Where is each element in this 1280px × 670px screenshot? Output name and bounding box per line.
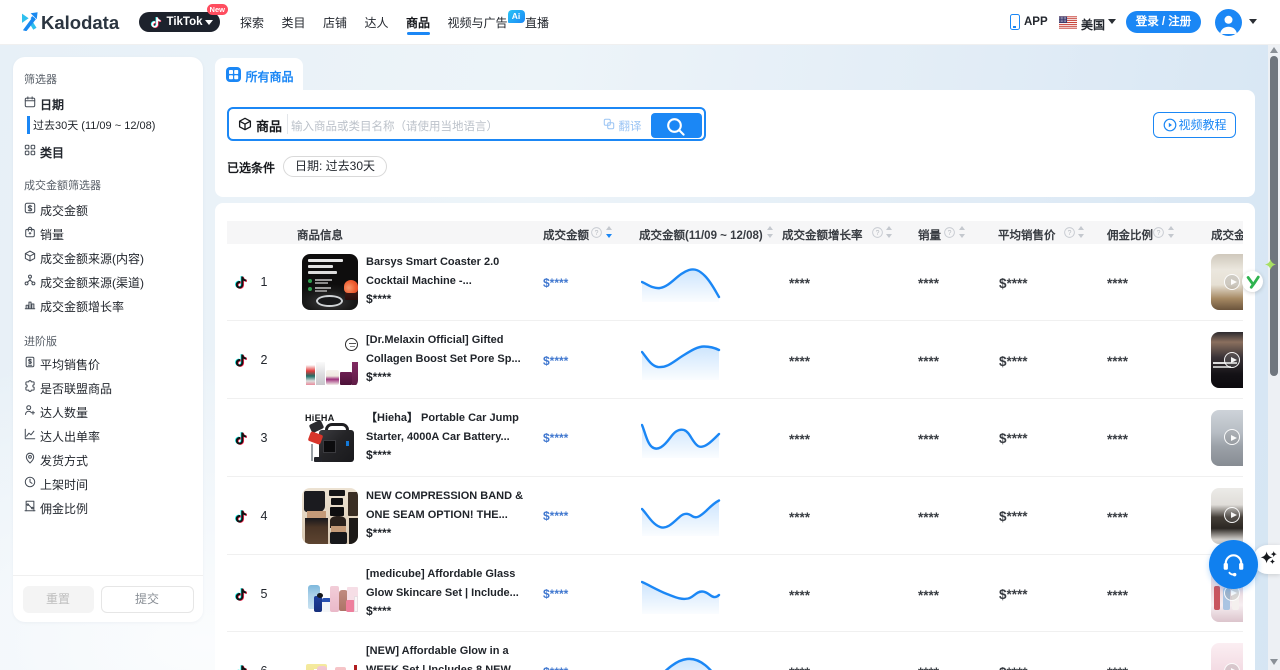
svg-text:?: ? [876, 230, 880, 237]
svg-text:?: ? [1068, 230, 1072, 237]
svg-text:?: ? [595, 230, 599, 237]
svg-text:?: ? [1157, 230, 1161, 237]
svg-text:?: ? [948, 230, 952, 237]
